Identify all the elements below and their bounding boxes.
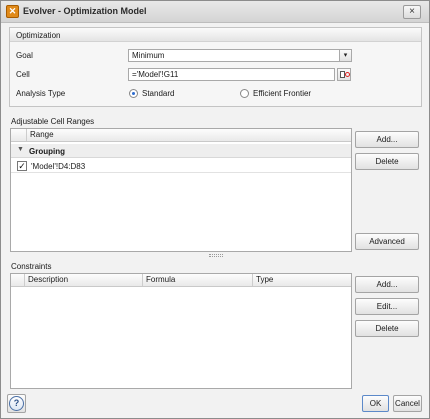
cell-reference-button[interactable] <box>337 68 351 81</box>
delete-range-button[interactable]: Delete <box>355 153 419 170</box>
edit-constraint-button[interactable]: Edit... <box>355 298 419 315</box>
optimization-model-dialog: ✕ Evolver - Optimization Model × Optimiz… <box>0 0 430 419</box>
adjustable-ranges-grid[interactable]: Range ▼ Grouping ✓ 'Model'!D4:D83 <box>10 128 352 252</box>
grid-header: Range <box>11 129 351 142</box>
constraints-label: Constraints <box>11 262 52 271</box>
efficient-frontier-radio[interactable] <box>240 89 249 98</box>
cancel-button[interactable]: Cancel <box>393 395 422 412</box>
close-button[interactable]: × <box>403 5 421 19</box>
evolver-logo-icon: ✕ <box>6 5 19 18</box>
standard-radio[interactable] <box>129 89 138 98</box>
group-name: Grouping <box>29 147 65 156</box>
type-column-header[interactable]: Type <box>253 274 351 286</box>
cell-label: Cell <box>16 70 30 79</box>
group-row[interactable]: ▼ Grouping <box>11 144 351 158</box>
adjustable-ranges-label: Adjustable Cell Ranges <box>11 117 95 126</box>
optimization-header: Optimization <box>10 28 421 42</box>
window-title: Evolver - Optimization Model <box>23 6 147 16</box>
constraints-grid-header: Description Formula Type <box>11 274 351 287</box>
optimization-group: Optimization <box>9 27 422 107</box>
optimization-header-label: Optimization <box>16 31 61 40</box>
splitter-handle[interactable] <box>209 254 223 257</box>
help-icon[interactable]: ? <box>9 396 24 411</box>
advanced-button[interactable]: Advanced <box>355 233 419 250</box>
goal-select[interactable]: Minimum <box>128 49 340 62</box>
efficient-frontier-radio-label[interactable]: Efficient Frontier <box>253 89 311 98</box>
analysis-type-label: Analysis Type <box>16 89 66 98</box>
target-icon <box>345 72 350 77</box>
grid-header-spacer <box>11 129 27 141</box>
delete-constraint-button[interactable]: Delete <box>355 320 419 337</box>
description-column-header[interactable]: Description <box>25 274 143 286</box>
title-bar[interactable]: ✕ Evolver - Optimization Model × <box>1 1 429 23</box>
formula-column-header[interactable]: Formula <box>143 274 253 286</box>
row-checkbox[interactable]: ✓ <box>17 161 27 171</box>
constraints-header-spacer <box>11 274 25 286</box>
constraints-grid[interactable]: Description Formula Type <box>10 273 352 389</box>
goal-label: Goal <box>16 51 33 60</box>
add-constraint-button[interactable]: Add... <box>355 276 419 293</box>
range-cell: 'Model'!D4:D83 <box>31 162 86 171</box>
range-column-header[interactable]: Range <box>27 129 351 141</box>
table-row[interactable]: ✓ 'Model'!D4:D83 <box>11 159 351 173</box>
cell-input[interactable]: ='Model'!G11 <box>128 68 335 81</box>
add-range-button[interactable]: Add... <box>355 131 419 148</box>
ok-button[interactable]: OK <box>362 395 389 412</box>
chevron-down-icon[interactable]: ▾ <box>339 49 352 62</box>
standard-radio-label[interactable]: Standard <box>142 89 174 98</box>
collapse-caret-icon[interactable]: ▼ <box>17 146 24 153</box>
